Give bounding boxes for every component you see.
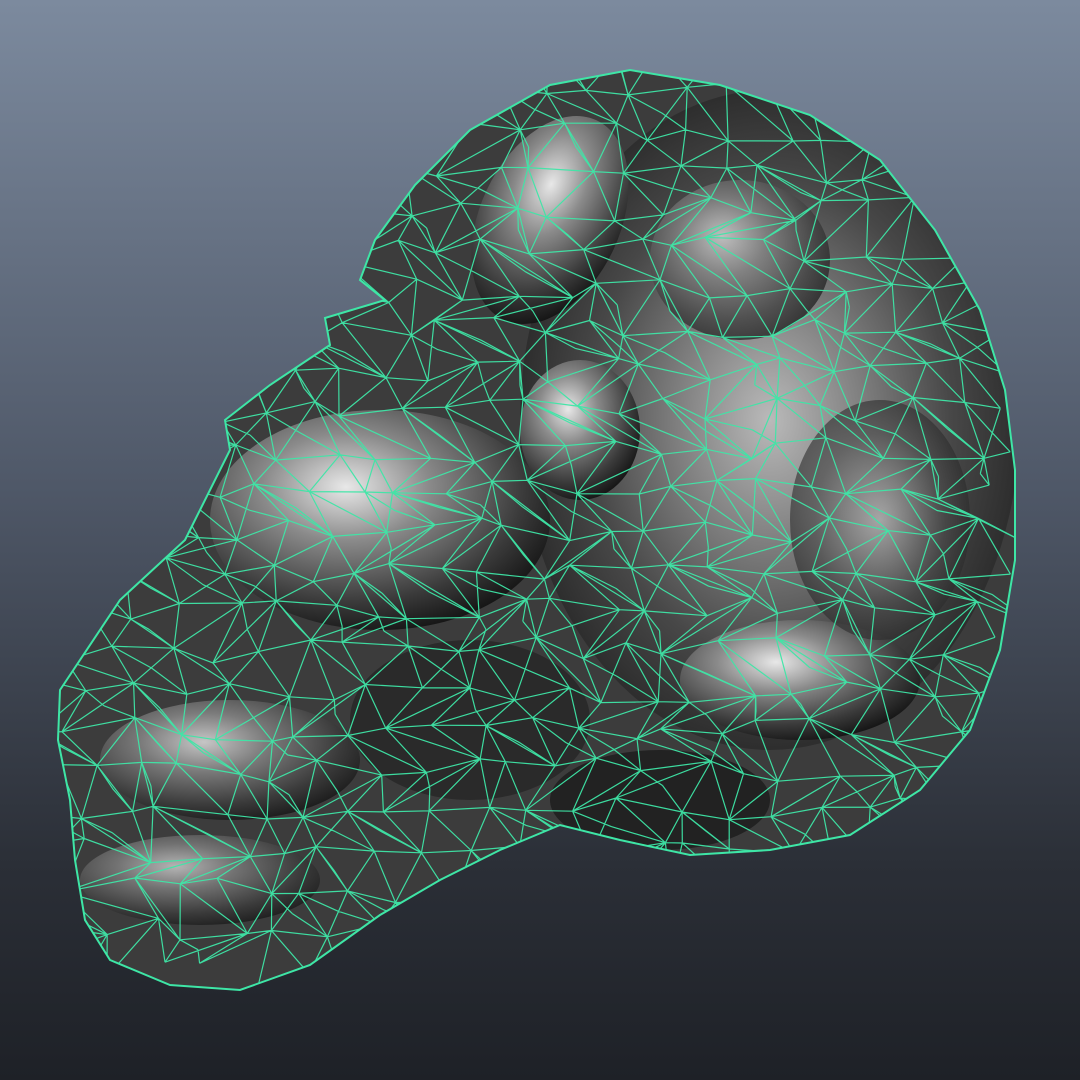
modeling-viewport[interactable] <box>0 0 1080 1080</box>
viewport-canvas[interactable] <box>0 0 1080 1080</box>
dragon-head-mesh-icon[interactable] <box>17 38 1032 992</box>
mesh-shading <box>58 70 1015 984</box>
